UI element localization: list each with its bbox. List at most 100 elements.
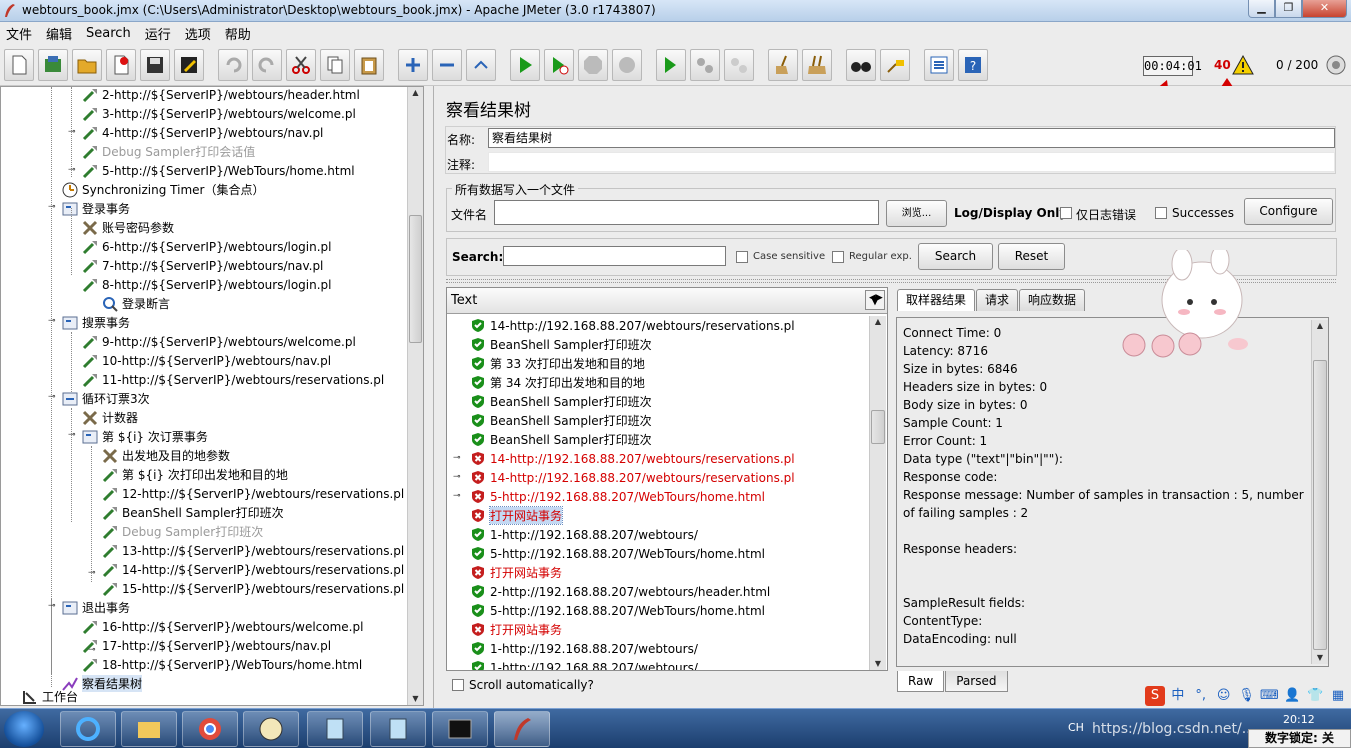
tree-node[interactable]: 18-http://${ServerIP}/WebTours/home.html: [81, 655, 362, 674]
result-expand-toggle[interactable]: ⊸: [453, 473, 461, 482]
tree-node[interactable]: 出发地及目的地参数: [101, 446, 230, 465]
scroll-up-arrow[interactable]: ▲: [1312, 320, 1328, 332]
tree-expand-toggle[interactable]: ⊸: [48, 317, 56, 326]
tree-node[interactable]: 工作台: [21, 687, 78, 705]
shutdown-button[interactable]: [612, 49, 642, 81]
result-row[interactable]: 14-http://192.168.88.207/webtours/reserv…: [471, 316, 795, 335]
result-row[interactable]: 打开网站事务: [471, 563, 562, 582]
tree-node[interactable]: 12-http://${ServerIP}/webtours/reservati…: [101, 484, 404, 503]
tree-expand-toggle[interactable]: ⊸: [88, 646, 96, 655]
case-sensitive-checkbox[interactable]: [736, 251, 748, 263]
result-row[interactable]: 5-http://192.168.88.207/WebTours/home.ht…: [471, 601, 765, 620]
search-button[interactable]: Search: [918, 243, 993, 270]
reset-search-button[interactable]: [880, 49, 910, 81]
keyboard-icon[interactable]: ⌨: [1259, 686, 1279, 706]
tree-node[interactable]: 5-http://${ServerIP}/WebTours/home.html: [81, 161, 355, 180]
result-row[interactable]: 1-http://192.168.88.207/webtours/: [471, 658, 698, 670]
tab-sampler-result[interactable]: 取样器结果: [897, 289, 976, 311]
collapse-divider-arrow[interactable]: ◀▶: [869, 292, 883, 304]
tree-node[interactable]: 9-http://${ServerIP}/webtours/welcome.pl: [81, 332, 356, 351]
user-icon[interactable]: 👤: [1282, 686, 1302, 706]
scroll-down-arrow[interactable]: ▼: [870, 658, 886, 670]
tree-node[interactable]: 4-http://${ServerIP}/webtours/nav.pl: [81, 123, 323, 142]
result-row[interactable]: 第 33 次打印出发地和目的地: [471, 354, 645, 373]
taskbar-notepad-1[interactable]: [307, 711, 363, 747]
tree-node[interactable]: 3-http://${ServerIP}/webtours/welcome.pl: [81, 104, 356, 123]
tree-node[interactable]: 16-http://${ServerIP}/webtours/welcome.p…: [81, 617, 363, 636]
tree-expand-toggle[interactable]: ⊸: [88, 569, 96, 578]
toolbox-icon[interactable]: ▦: [1328, 686, 1348, 706]
tab-parsed[interactable]: Parsed: [945, 671, 1008, 692]
tree-node[interactable]: 搜票事务: [61, 313, 130, 332]
tree-node[interactable]: 14-http://${ServerIP}/webtours/reservati…: [101, 560, 404, 579]
tab-response-data[interactable]: 响应数据: [1019, 289, 1086, 311]
filename-input[interactable]: [494, 200, 879, 225]
tree-node[interactable]: 2-http://${ServerIP}/webtours/header.htm…: [81, 87, 360, 104]
tree-scrollbar[interactable]: ▲ ▼: [407, 87, 423, 705]
menu-file[interactable]: 文件: [6, 24, 32, 43]
chinese-mode-icon[interactable]: 中: [1168, 686, 1188, 706]
configure-button[interactable]: Configure: [1244, 198, 1333, 225]
taskbar-jmeter[interactable]: [494, 711, 550, 747]
tree-expand-toggle[interactable]: ⊸: [68, 128, 76, 137]
result-row[interactable]: 1-http://192.168.88.207/webtours/: [471, 525, 698, 544]
result-row[interactable]: BeanShell Sampler打印班次: [471, 430, 652, 449]
save-screenshot-button[interactable]: [174, 49, 204, 81]
start-no-pause-button[interactable]: [544, 49, 574, 81]
taskbar-cmd[interactable]: [432, 711, 488, 747]
regex-checkbox[interactable]: [832, 251, 844, 263]
tree-node[interactable]: 17-http://${ServerIP}/webtours/nav.pl: [81, 636, 331, 655]
tree-node[interactable]: BeanShell Sampler打印班次: [101, 503, 284, 522]
redo-button[interactable]: [252, 49, 282, 81]
start-button-windows[interactable]: [4, 711, 44, 747]
emoji-icon[interactable]: ☺: [1214, 686, 1234, 706]
tree-node[interactable]: 10-http://${ServerIP}/webtours/nav.pl: [81, 351, 331, 370]
error-count[interactable]: 40: [1214, 58, 1231, 72]
tree-node[interactable]: 11-http://${ServerIP}/webtours/reservati…: [81, 370, 384, 389]
tree-expand-toggle[interactable]: ⊸: [68, 166, 76, 175]
close-button[interactable]: ✕: [1302, 0, 1347, 18]
scroll-up-arrow[interactable]: ▲: [408, 87, 423, 99]
clear-all-button[interactable]: [802, 49, 832, 81]
result-row[interactable]: 5-http://192.168.88.207/WebTours/home.ht…: [471, 487, 765, 506]
taskbar-notepad-2[interactable]: [370, 711, 426, 747]
tab-request[interactable]: 请求: [976, 289, 1019, 311]
taskbar-ie[interactable]: [60, 711, 116, 747]
result-row[interactable]: 1-http://192.168.88.207/webtours/: [471, 639, 698, 658]
tree-expand-toggle[interactable]: ⊸: [48, 203, 56, 212]
tree-node[interactable]: Debug Sampler打印会话值: [81, 142, 255, 161]
tree-node[interactable]: 15-http://${ServerIP}/webtours/reservati…: [101, 579, 404, 598]
punctuation-icon[interactable]: °,: [1191, 686, 1211, 706]
search-button-toolbar[interactable]: [846, 49, 876, 81]
tree-node[interactable]: 登录断言: [101, 294, 170, 313]
result-row[interactable]: 5-http://192.168.88.207/WebTours/home.ht…: [471, 544, 765, 563]
voice-icon[interactable]: 🎙: [1237, 686, 1257, 706]
tab-raw[interactable]: Raw: [897, 671, 945, 692]
paste-button[interactable]: [354, 49, 384, 81]
tree-node[interactable]: 13-http://${ServerIP}/webtours/reservati…: [101, 541, 404, 560]
clock[interactable]: 20:12: [1283, 713, 1315, 726]
search-input[interactable]: [503, 246, 726, 266]
errors-only-checkbox[interactable]: [1060, 207, 1072, 219]
renderer-selector[interactable]: Text ▼: [447, 288, 887, 314]
result-row[interactable]: 14-http://192.168.88.207/webtours/reserv…: [471, 449, 795, 468]
undo-button[interactable]: [218, 49, 248, 81]
sogou-icon[interactable]: S: [1145, 686, 1165, 706]
result-row[interactable]: 打开网站事务: [471, 506, 564, 525]
save-button[interactable]: [140, 49, 170, 81]
scrollbar-thumb[interactable]: [871, 410, 885, 444]
scroll-down-arrow[interactable]: ▼: [408, 693, 423, 705]
skin-icon[interactable]: 👕: [1305, 686, 1325, 706]
remote-stop-button[interactable]: [690, 49, 720, 81]
successes-checkbox[interactable]: [1155, 207, 1167, 219]
tree-node[interactable]: Synchronizing Timer（集合点）: [61, 180, 264, 199]
toggle-button[interactable]: [466, 49, 496, 81]
minimize-button[interactable]: ▁: [1248, 0, 1275, 18]
menu-help[interactable]: 帮助: [225, 24, 251, 43]
close-file-button[interactable]: [106, 49, 136, 81]
taskbar-explorer[interactable]: [121, 711, 177, 747]
name-field[interactable]: 察看结果树: [488, 128, 1335, 148]
warning-icon[interactable]: [1232, 55, 1254, 75]
scrollbar-thumb[interactable]: [1313, 360, 1327, 650]
result-expand-toggle[interactable]: ⊸: [453, 454, 461, 463]
